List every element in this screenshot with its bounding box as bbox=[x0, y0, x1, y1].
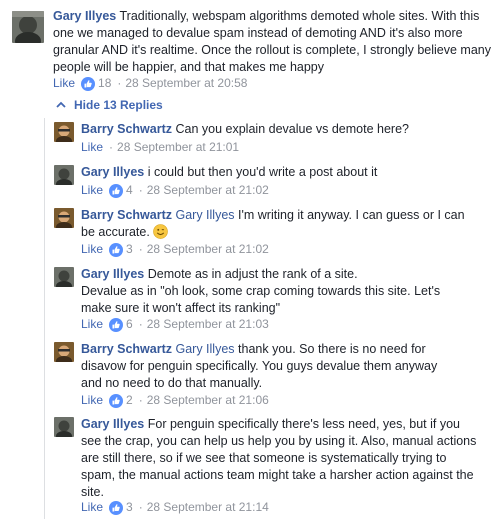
chevron-up-icon bbox=[56, 101, 66, 108]
reply-body: Gary Illyes Demote as in adjust the rank… bbox=[81, 266, 441, 317]
like-button[interactable]: Like bbox=[81, 140, 103, 155]
main-comment-meta: Like 18 · 28 September at 20:58 bbox=[53, 76, 247, 91]
reply-author[interactable]: Barry Schwartz bbox=[81, 208, 172, 222]
like-button[interactable]: Like bbox=[81, 317, 103, 332]
avatar-image bbox=[12, 11, 44, 43]
timestamp[interactable]: 28 September at 21:14 bbox=[147, 500, 269, 515]
mention-link[interactable]: Gary Illyes bbox=[176, 208, 235, 222]
like-button[interactable]: Like bbox=[81, 393, 103, 408]
reply-body: Barry Schwartz Gary Illyes thank you. So… bbox=[81, 341, 461, 392]
avatar-barry-schwartz[interactable] bbox=[54, 342, 74, 362]
mention-link[interactable]: Gary Illyes bbox=[176, 342, 235, 356]
reply-author[interactable]: Gary Illyes bbox=[81, 165, 144, 179]
reply-author[interactable]: Gary Illyes bbox=[81, 417, 144, 431]
separator-dot: · bbox=[109, 140, 114, 154]
like-count[interactable]: 3 bbox=[126, 242, 133, 257]
separator-dot: · bbox=[138, 500, 143, 514]
reply-meta: Like · 28 September at 21:01 bbox=[81, 140, 239, 155]
reply-author[interactable]: Gary Illyes bbox=[81, 267, 144, 281]
main-comment-body: Gary Illyes Traditionally, webspam algor… bbox=[53, 8, 493, 76]
comment-author[interactable]: Gary Illyes bbox=[53, 9, 116, 23]
reply-meta: Like 6 · 28 September at 21:03 bbox=[81, 317, 269, 332]
like-count[interactable]: 2 bbox=[126, 393, 133, 408]
like-count[interactable]: 4 bbox=[126, 183, 133, 198]
avatar-image bbox=[54, 417, 74, 437]
like-button[interactable]: Like bbox=[53, 76, 75, 91]
avatar-gary-illyes[interactable] bbox=[54, 267, 74, 287]
timestamp[interactable]: 28 September at 21:02 bbox=[147, 242, 269, 257]
reply-author[interactable]: Barry Schwartz bbox=[81, 342, 172, 356]
reply-text-continued: Devalue as in "oh look, some crap coming… bbox=[81, 284, 441, 315]
reply-thread-line bbox=[44, 118, 45, 519]
reply-body: Barry Schwartz Gary Illyes I'm writing i… bbox=[81, 207, 466, 241]
reply-meta: Like 3 · 28 September at 21:02 bbox=[81, 242, 269, 257]
like-button[interactable]: Like bbox=[81, 500, 103, 515]
reply-body: Gary Illyes For penguin specifically the… bbox=[81, 416, 481, 501]
hide-replies-toggle[interactable]: Hide 13 Replies bbox=[56, 98, 163, 112]
timestamp[interactable]: 28 September at 20:58 bbox=[125, 76, 247, 91]
reply-meta: Like 2 · 28 September at 21:06 bbox=[81, 393, 269, 408]
thumbs-up-icon bbox=[109, 242, 124, 257]
thumbs-up-icon bbox=[109, 393, 124, 408]
reply-meta: Like 3 · 28 September at 21:14 bbox=[81, 500, 269, 515]
reply-body: Barry Schwartz Can you explain devalue v… bbox=[81, 121, 493, 138]
avatar-image bbox=[54, 208, 74, 228]
thumbs-up-icon bbox=[109, 500, 124, 515]
separator-dot: · bbox=[117, 76, 122, 90]
comment-text: Traditionally, webspam algorithms demote… bbox=[53, 9, 491, 74]
avatar-image bbox=[54, 122, 74, 142]
thumbs-up-icon bbox=[109, 317, 124, 332]
like-count[interactable]: 18 bbox=[98, 76, 111, 91]
avatar-image bbox=[54, 165, 74, 185]
avatar-image bbox=[54, 342, 74, 362]
reply-body: Gary Illyes i could but then you'd write… bbox=[81, 164, 493, 181]
reply-meta: Like 4 · 28 September at 21:02 bbox=[81, 183, 269, 198]
hide-replies-label: Hide 13 Replies bbox=[74, 98, 163, 112]
separator-dot: · bbox=[138, 242, 143, 256]
like-count[interactable]: 6 bbox=[126, 317, 133, 332]
reply-text: Can you explain devalue vs demote here? bbox=[175, 122, 409, 136]
like-button[interactable]: Like bbox=[81, 242, 103, 257]
timestamp[interactable]: 28 September at 21:03 bbox=[147, 317, 269, 332]
thumbs-up-icon bbox=[81, 76, 96, 91]
like-count[interactable]: 3 bbox=[126, 500, 133, 515]
smiley-emoji-icon bbox=[153, 224, 169, 239]
avatar-image bbox=[54, 267, 74, 287]
avatar-barry-schwartz[interactable] bbox=[54, 208, 74, 228]
timestamp[interactable]: 28 September at 21:01 bbox=[117, 140, 239, 155]
thumbs-up-icon bbox=[109, 183, 124, 198]
timestamp[interactable]: 28 September at 21:06 bbox=[147, 393, 269, 408]
separator-dot: · bbox=[138, 317, 143, 331]
avatar-barry-schwartz[interactable] bbox=[54, 122, 74, 142]
like-button[interactable]: Like bbox=[81, 183, 103, 198]
avatar-gary-illyes[interactable] bbox=[54, 417, 74, 437]
reply-text: i could but then you'd write a post abou… bbox=[147, 165, 378, 179]
avatar-gary-illyes[interactable] bbox=[12, 11, 44, 43]
avatar-gary-illyes[interactable] bbox=[54, 165, 74, 185]
separator-dot: · bbox=[138, 393, 143, 407]
reply-text: Demote as in adjust the rank of a site. bbox=[147, 267, 358, 281]
reply-author[interactable]: Barry Schwartz bbox=[81, 122, 172, 136]
timestamp[interactable]: 28 September at 21:02 bbox=[147, 183, 269, 198]
separator-dot: · bbox=[138, 183, 143, 197]
